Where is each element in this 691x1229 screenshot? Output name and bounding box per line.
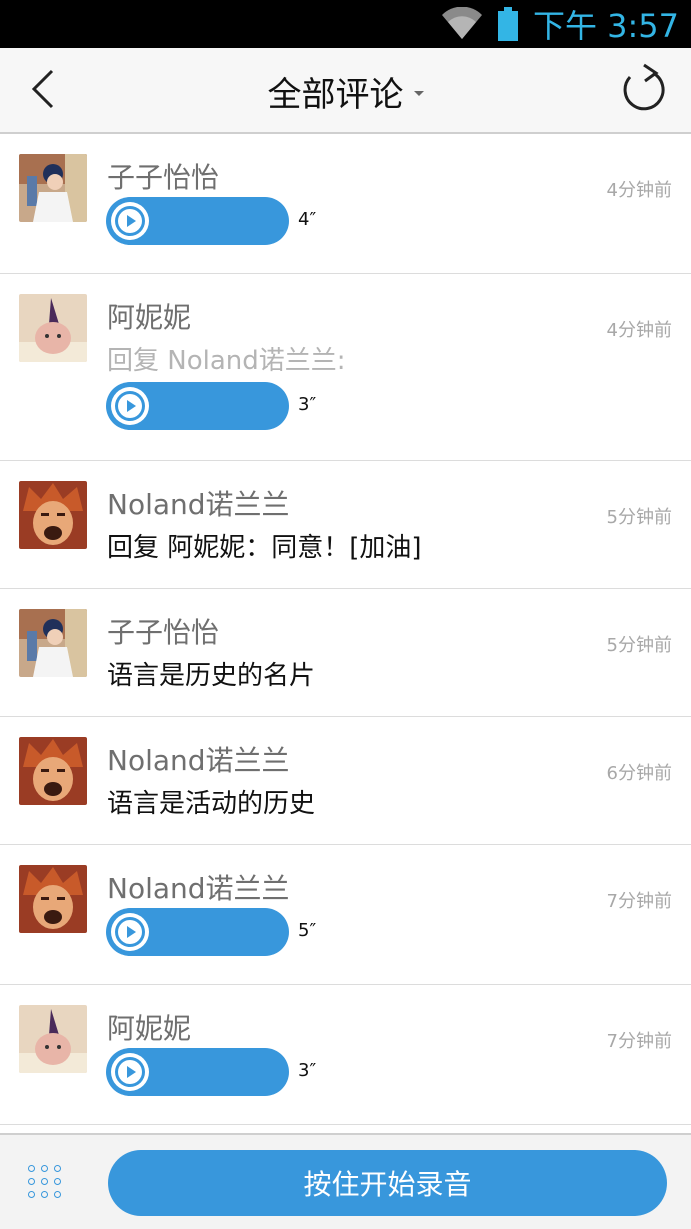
comment-text: 回复 阿妮妮：同意！[加油] <box>107 533 422 563</box>
avatar[interactable] <box>19 154 87 222</box>
commenter-name[interactable]: 子子怡怡 <box>107 611 219 651</box>
avatar[interactable] <box>19 737 87 805</box>
comment-item[interactable]: 子子怡怡 5分钟前 语言是历史的名片 <box>0 589 691 717</box>
voice-duration: 3″ <box>298 394 317 415</box>
avatar[interactable] <box>19 609 87 677</box>
voice-duration: 5″ <box>298 920 317 941</box>
comment-text: 语言是活动的历史 <box>107 789 316 819</box>
comment-time: 6分钟前 <box>606 763 672 784</box>
title-dropdown[interactable]: 全部评论 <box>0 48 691 134</box>
comment-item[interactable]: Noland诺兰兰 5分钟前 回复 阿妮妮：同意！[加油] <box>0 461 691 589</box>
page-title: 全部评论 <box>267 74 404 115</box>
comment-text: 语言是历史的名片 <box>107 661 316 691</box>
comment-time: 4分钟前 <box>606 320 672 341</box>
header-bar: 全部评论 <box>0 48 691 134</box>
wifi-icon <box>441 7 483 41</box>
voice-message-button[interactable] <box>106 382 289 430</box>
hold-to-record-button[interactable]: 按住开始录音 <box>108 1150 667 1216</box>
comment-time: 5分钟前 <box>606 507 672 528</box>
refresh-icon <box>620 63 666 117</box>
bottom-bar: 按住开始录音 <box>0 1133 691 1229</box>
status-bar: 下午 3:57 <box>0 0 691 48</box>
comment-item[interactable]: Noland诺兰兰 6分钟前 语言是活动的历史 <box>0 717 691 845</box>
status-time: 下午 3:57 <box>532 7 679 45</box>
comment-item[interactable]: Noland诺兰兰 7分钟前 5″ <box>0 845 691 985</box>
comment-item[interactable]: 阿妮妮 7分钟前 3″ <box>0 985 691 1125</box>
commenter-name[interactable]: 阿妮妮 <box>107 296 191 336</box>
voice-duration: 3″ <box>298 1060 317 1081</box>
comment-time: 4分钟前 <box>606 180 672 201</box>
comment-item[interactable]: 阿妮妮 4分钟前 回复 Noland诺兰兰: 3″ <box>0 274 691 461</box>
avatar[interactable] <box>19 294 87 362</box>
avatar[interactable] <box>19 1005 87 1073</box>
voice-message-button[interactable] <box>106 197 289 245</box>
comment-time: 7分钟前 <box>606 1031 672 1052</box>
voice-message-button[interactable] <box>106 908 289 956</box>
grid-dots-icon[interactable] <box>28 1165 64 1201</box>
commenter-name[interactable]: Noland诺兰兰 <box>107 867 290 907</box>
refresh-button[interactable] <box>615 62 671 118</box>
commenter-name[interactable]: Noland诺兰兰 <box>107 483 290 523</box>
comment-item[interactable]: 子子怡怡 4分钟前 4″ <box>0 134 691 274</box>
avatar[interactable] <box>19 481 87 549</box>
commenter-name[interactable]: Noland诺兰兰 <box>107 739 290 779</box>
comment-list: 子子怡怡 4分钟前 4″ 阿妮妮 4分钟前 回复 Noland诺兰兰: 3″ N… <box>0 134 691 1125</box>
comment-time: 7分钟前 <box>606 891 672 912</box>
commenter-name[interactable]: 子子怡怡 <box>107 156 219 196</box>
battery-icon <box>497 7 519 41</box>
record-button-label: 按住开始录音 <box>303 1168 472 1201</box>
commenter-name[interactable]: 阿妮妮 <box>107 1007 191 1047</box>
avatar[interactable] <box>19 865 87 933</box>
dropdown-caret-icon <box>413 90 424 96</box>
voice-duration: 4″ <box>298 209 317 230</box>
reply-to-label: 回复 Noland诺兰兰: <box>107 346 346 376</box>
voice-message-button[interactable] <box>106 1048 289 1096</box>
comment-time: 5分钟前 <box>606 635 672 656</box>
